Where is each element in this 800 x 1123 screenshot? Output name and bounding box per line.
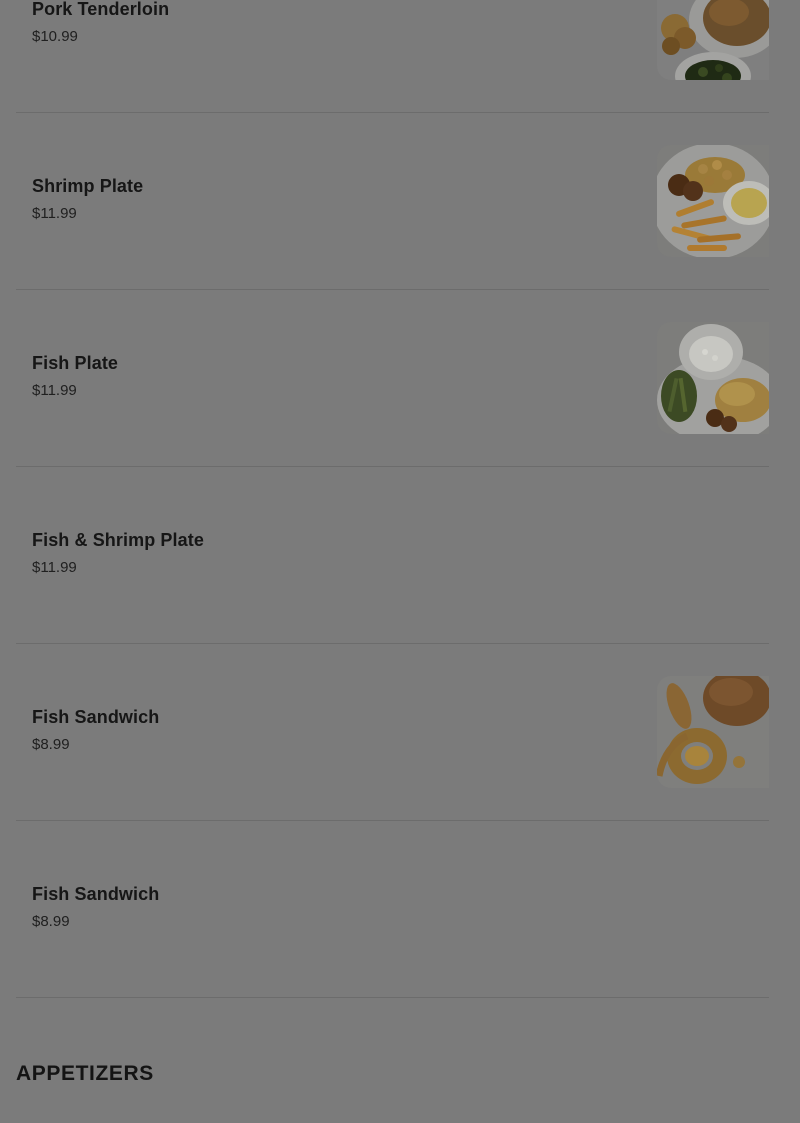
section-title-appetizers: APPETIZERS [16, 1062, 154, 1085]
menu-item-price: $10.99 [32, 28, 78, 45]
menu-item[interactable]: Fish & Shrimp Plate $11.99 [16, 467, 769, 644]
menu-item[interactable]: Fish Sandwich $8.99 [16, 821, 769, 998]
menu-item-name: Pork Tenderloin [32, 0, 170, 19]
menu-item-name: Fish Sandwich [32, 707, 160, 727]
pork-tenderloin-photo[interactable] [657, 0, 769, 80]
menu-item[interactable]: Shrimp Plate $11.99 [16, 113, 769, 290]
menu-item-name: Fish Sandwich [32, 884, 160, 904]
menu-item[interactable]: Fish Sandwich $8.99 [16, 644, 769, 821]
menu-item-price: $8.99 [32, 736, 70, 753]
menu-item-name: Fish Plate [32, 353, 119, 373]
menu-item-price: $11.99 [32, 382, 77, 399]
menu-item-name: Shrimp Plate [32, 176, 144, 196]
menu-item[interactable]: Pork Tenderloin $10.99 [16, 0, 769, 113]
menu-item-price: $11.99 [32, 559, 77, 576]
shrimp-plate-photo[interactable] [657, 145, 769, 257]
menu-item-name: Fish & Shrimp Plate [32, 530, 204, 550]
menu-item-list: Pork Tenderloin $10.99 Shrimp Plate $11.… [16, 0, 769, 998]
menu-item-price: $11.99 [32, 205, 77, 222]
menu-item-price: $8.99 [32, 913, 70, 930]
menu-item[interactable]: Fish Plate $11.99 [16, 290, 769, 467]
fish-plate-photo[interactable] [657, 322, 769, 434]
fish-sandwich-photo[interactable] [657, 676, 769, 788]
